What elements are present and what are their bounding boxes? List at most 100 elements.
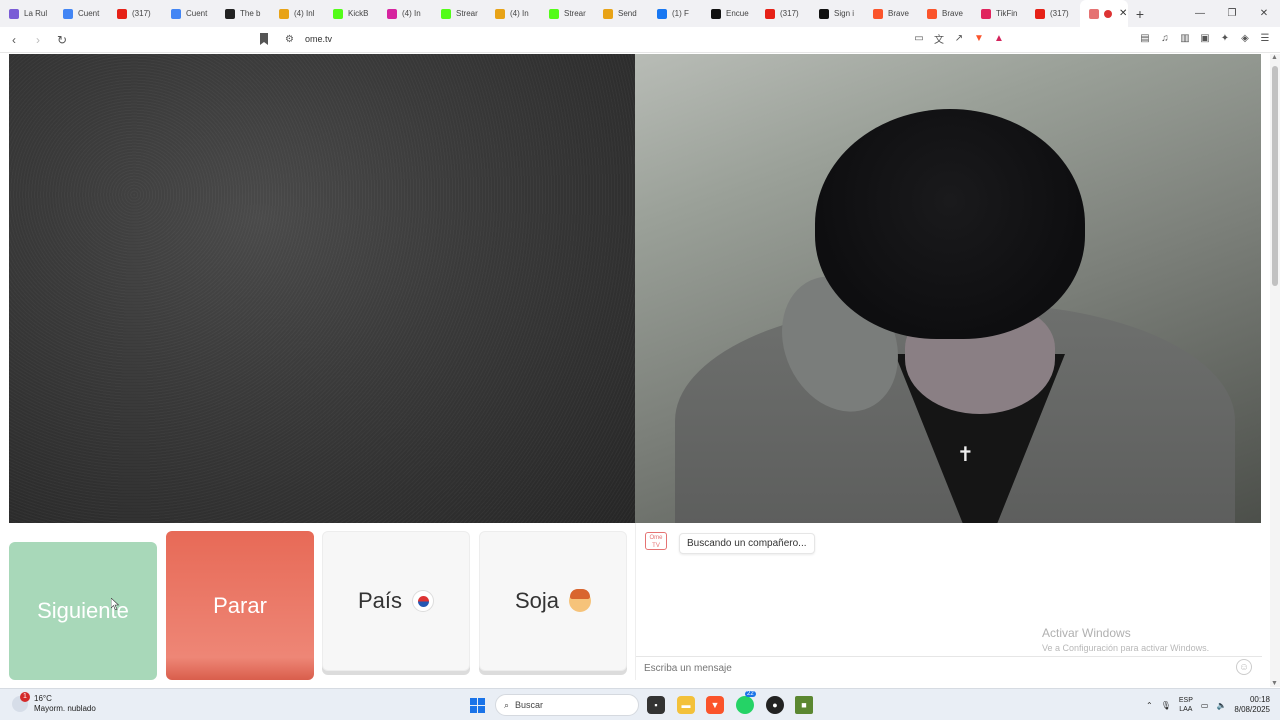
restore-icon[interactable]: ❐	[1216, 0, 1248, 27]
browser-tab[interactable]: (4) In	[486, 0, 540, 27]
browser-tab[interactable]: TikFin	[972, 0, 1026, 27]
tab-label: Strear	[564, 9, 586, 18]
browser-tab[interactable]: Brave	[864, 0, 918, 27]
browser-tab[interactable]: Encue	[702, 0, 756, 27]
browser-tab[interactable]: La Rul	[0, 0, 54, 27]
tab-label: Brave	[942, 9, 963, 18]
volume-icon[interactable]: 🔈	[1216, 701, 1226, 710]
browser-tab[interactable]: The b	[216, 0, 270, 27]
clock-date: 8/08/2025	[1234, 705, 1270, 714]
show-hidden-icons-icon[interactable]: ⌃	[1146, 701, 1153, 710]
tab-favicon-icon	[63, 8, 73, 19]
minimize-icon[interactable]: —	[1184, 0, 1216, 27]
stop-button-label: Parar	[213, 592, 267, 618]
tab-strip: La Rul Cuent (317) Cuent The b (4) Inl KickB (…	[0, 0, 1280, 27]
media-icon[interactable]: ♫	[1158, 31, 1172, 45]
close-window-icon[interactable]: ✕	[1248, 0, 1280, 27]
language-indicator[interactable]: ESP LAA	[1179, 696, 1193, 714]
tab-favicon-icon	[765, 8, 775, 19]
microphone-icon[interactable]: 🎙	[1161, 701, 1171, 710]
chat-panel: Ome TV Buscando un compañero... Activar …	[635, 523, 1262, 680]
tab-favicon-icon	[711, 8, 721, 19]
menu-icon[interactable]: ☰	[1258, 31, 1272, 45]
browser-tab[interactable]: (317)	[756, 0, 810, 27]
browser-tab[interactable]: (4) Inl	[270, 0, 324, 27]
network-icon[interactable]: ▭	[1201, 701, 1209, 710]
next-button[interactable]: Siguiente	[9, 542, 157, 680]
weather-badge: 1	[20, 692, 30, 702]
taskbar-search[interactable]: ⌕ Buscar	[495, 694, 639, 716]
windows-start-icon[interactable]	[470, 698, 485, 713]
tab-favicon-icon	[981, 8, 991, 19]
tab-favicon-icon	[333, 8, 343, 19]
brave-browser-icon[interactable]: ▼	[706, 696, 724, 714]
address-bar[interactable]: ome.tv	[305, 34, 332, 44]
browser-tab[interactable]: Strear	[540, 0, 594, 27]
tab-label: Send	[618, 9, 637, 18]
minecraft-icon[interactable]: ■	[795, 696, 813, 714]
page-scrollbar[interactable]: ▲ ▼	[1270, 54, 1280, 687]
windows-taskbar: 1 16°C Mayorm. nublado ⌕ Buscar ▪ ▬ ▼ 22…	[0, 688, 1280, 720]
clock[interactable]: 00:18 8/08/2025	[1234, 695, 1270, 715]
bookmark-icon[interactable]	[259, 33, 269, 45]
browser-tab[interactable]: Sign i	[810, 0, 864, 27]
translate-icon[interactable]: 文	[932, 31, 946, 46]
whatsapp-icon[interactable]: 22	[736, 691, 756, 714]
tab-favicon-icon	[657, 8, 667, 19]
vpn-icon[interactable]: ◈	[1238, 31, 1252, 45]
stop-button[interactable]: Parar	[166, 531, 314, 680]
browser-tab[interactable]: (317)	[108, 0, 162, 27]
clock-time: 00:18	[1249, 695, 1270, 704]
weather-widget[interactable]: 1 16°C Mayorm. nublado	[12, 692, 96, 714]
sidebar-icon[interactable]: ▥	[1178, 31, 1192, 45]
browser-tab[interactable]: KickB	[324, 0, 378, 27]
gender-filter-button[interactable]: Soja	[479, 531, 627, 671]
browser-tab[interactable]: Send	[594, 0, 648, 27]
system-tray: ⌃ 🎙 ESP LAA ▭ 🔈 00:18 8/08/2025	[1146, 689, 1280, 721]
scroll-thumb[interactable]	[1272, 66, 1278, 286]
tab-label: La Rul	[24, 9, 48, 18]
browser-tab[interactable]: (317)	[1026, 0, 1080, 27]
browser-tab[interactable]: (4) In	[378, 0, 432, 27]
brave-shields-icon[interactable]: ▼	[972, 31, 986, 45]
status-message: Buscando un compañero...	[679, 533, 815, 554]
tab-active-ometv[interactable]: ✕	[1080, 0, 1128, 27]
reload-icon[interactable]: ↻	[52, 30, 72, 50]
tab-label: The b	[240, 9, 261, 18]
tab-label: Sign i	[834, 9, 855, 18]
obs-icon[interactable]: ●	[766, 696, 784, 714]
share-icon[interactable]: ↗	[952, 31, 966, 45]
tab-favicon-icon	[225, 8, 235, 19]
browser-tab[interactable]: Brave	[918, 0, 972, 27]
task-view-icon[interactable]: ▪	[647, 696, 665, 714]
emoji-picker-icon[interactable]: ☺	[1236, 659, 1252, 675]
tab-favicon-icon	[549, 8, 559, 19]
activate-windows-title: Activar Windows	[1042, 626, 1131, 640]
tab-label: (317)	[132, 9, 151, 18]
site-info-icon[interactable]: ⚙	[285, 34, 294, 45]
wallet-icon[interactable]: ▣	[1198, 31, 1212, 45]
recording-icon	[1104, 9, 1112, 18]
close-tab-icon[interactable]: ✕	[1119, 8, 1127, 19]
tab-label: Cuent	[186, 9, 208, 18]
browser-tab[interactable]: Strear	[432, 0, 486, 27]
back-icon[interactable]: ‹	[4, 30, 24, 50]
ometv-logo: Ome TV	[645, 532, 667, 550]
ometv-page: ✝ Siguiente Parar País Soja Ome TV Busca…	[0, 54, 1270, 687]
browser-tab[interactable]: Cuent	[54, 0, 108, 27]
chat-message-input[interactable]	[636, 656, 1262, 680]
brave-rewards-icon[interactable]: ▲	[992, 31, 1006, 45]
country-filter-button[interactable]: País	[322, 531, 470, 671]
browser-tab[interactable]: Cuent	[162, 0, 216, 27]
cloud-icon: 1	[12, 692, 30, 712]
leo-ai-icon[interactable]: ✦	[1218, 31, 1232, 45]
new-tab-button[interactable]: +	[1128, 6, 1152, 22]
scroll-down-icon[interactable]: ▼	[1271, 680, 1278, 687]
forward-icon[interactable]: ›	[28, 30, 48, 50]
file-explorer-icon[interactable]: ▬	[677, 696, 695, 714]
tab-label: (317)	[780, 9, 799, 18]
screen-cast-icon[interactable]: ▭	[912, 31, 926, 45]
reader-mode-icon[interactable]: ▤	[1138, 31, 1152, 45]
browser-tab[interactable]: (1) F	[648, 0, 702, 27]
scroll-up-icon[interactable]: ▲	[1271, 54, 1278, 61]
